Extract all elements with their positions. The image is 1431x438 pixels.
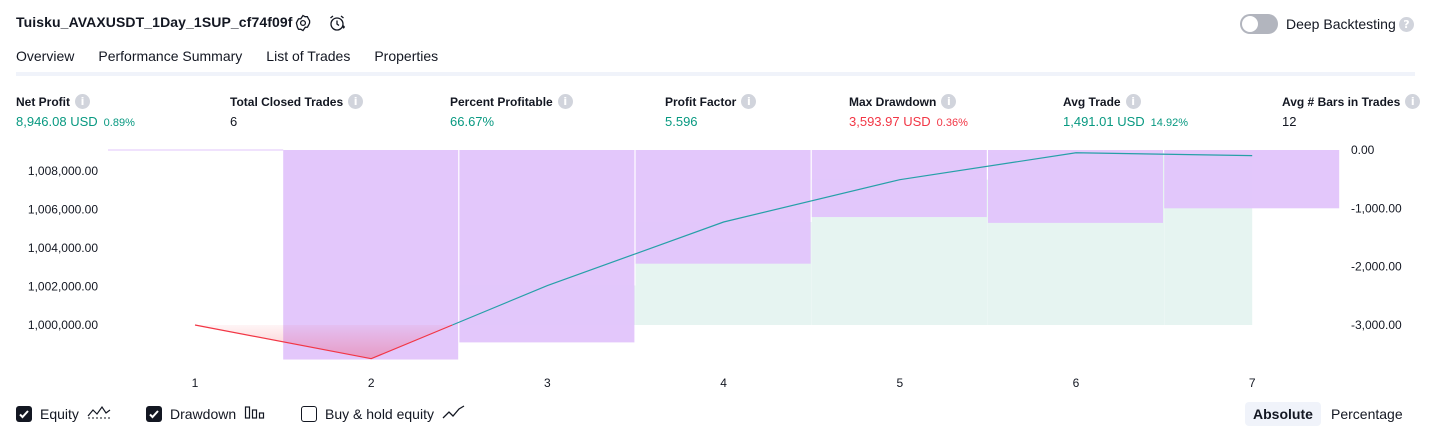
- tab-performance-summary[interactable]: Performance Summary: [98, 48, 242, 74]
- metric-percent-profitable: Percent Profitable i 66.67%: [450, 94, 573, 129]
- drawdown-bar: [988, 150, 1163, 223]
- metric-label: Percent Profitable: [450, 94, 553, 109]
- right-axis-tick-label: -3,000.00: [1351, 318, 1402, 332]
- right-axis-tick-label: -2,000.00: [1351, 260, 1402, 274]
- x-axis-tick-label: 7: [1249, 376, 1256, 390]
- buy-hold-line-icon: [442, 404, 466, 423]
- legend-buy-hold-equity[interactable]: Buy & hold equity: [301, 404, 466, 423]
- metric-value: 3,593.97 USD: [849, 114, 931, 129]
- drawdown-bars-icon: [244, 404, 266, 423]
- equity-drawdown-chart[interactable]: 1,000,000.00 1,002,000.00 1,004,000.00 1,00…: [0, 140, 1431, 398]
- metric-avg-trade: Avg Trade i 1,491.01 USD 14.92%: [1063, 94, 1188, 129]
- drawdown-bar: [459, 150, 635, 343]
- tab-list-of-trades[interactable]: List of Trades: [266, 48, 350, 74]
- left-axis-tick-label: 1,000,000.00: [28, 318, 98, 332]
- equity-icon: [87, 404, 111, 423]
- left-axis-tick-label: 1,008,000.00: [28, 164, 98, 178]
- deep-backtesting-toggle[interactable]: [1240, 14, 1278, 34]
- info-icon[interactable]: i: [348, 94, 364, 109]
- metric-label: Net Profit: [16, 94, 70, 109]
- metric-value: 12: [1282, 114, 1297, 129]
- tab-divider: [16, 72, 1415, 76]
- metric-value: 6: [230, 114, 238, 129]
- metric-percent: 14.92%: [1150, 117, 1188, 129]
- x-axis-tick-label: 3: [544, 376, 551, 390]
- legend-drawdown[interactable]: Drawdown: [146, 404, 266, 423]
- strategy-title: Tuisku_AVAXUSDT_1Day_1SUP_cf74f09f: [16, 14, 293, 30]
- metric-avg-bars-in-trades: Avg # Bars in Trades i 12: [1282, 94, 1421, 129]
- settings-gear-icon[interactable]: [293, 13, 313, 33]
- x-axis-tick-label: 2: [368, 376, 375, 390]
- metric-label: Avg # Bars in Trades: [1282, 94, 1401, 109]
- deep-backtesting-help-icon[interactable]: ?: [1399, 17, 1414, 32]
- toggle-knob: [1242, 16, 1258, 32]
- info-icon[interactable]: i: [741, 94, 757, 109]
- info-icon[interactable]: i: [1125, 94, 1141, 109]
- legend-drawdown-label: Drawdown: [170, 405, 237, 422]
- left-axis-tick-label: 1,004,000.00: [28, 241, 98, 255]
- metric-value: 66.67%: [450, 114, 495, 129]
- info-icon[interactable]: i: [1405, 94, 1421, 109]
- metric-value: 5.596: [665, 114, 698, 129]
- drawdown-bar: [811, 150, 987, 218]
- metric-profit-factor: Profit Factor i 5.596: [665, 94, 757, 129]
- info-icon[interactable]: i: [75, 94, 90, 109]
- legend-equity[interactable]: Equity: [16, 404, 111, 423]
- add-alert-clock-icon[interactable]: [327, 13, 347, 33]
- metric-label: Avg Trade: [1063, 94, 1121, 109]
- metric-label: Total Closed Trades: [230, 94, 344, 109]
- metric-label: Profit Factor: [665, 94, 737, 109]
- left-axis-tick-label: 1,002,000.00: [28, 280, 98, 294]
- equity-checkbox[interactable]: [16, 405, 32, 422]
- metric-max-drawdown: Max Drawdown i 3,593.97 USD 0.36%: [849, 94, 968, 129]
- x-axis-tick-label: 4: [720, 376, 727, 390]
- percentage-button[interactable]: Percentage: [1323, 402, 1411, 426]
- metric-net-profit: Net Profit i 8,946.08 USD 0.89%: [16, 94, 135, 129]
- right-axis-tick-label: 0.00: [1351, 143, 1375, 157]
- right-axis-tick-label: -1,000.00: [1351, 201, 1402, 215]
- x-axis-tick-label: 1: [192, 376, 199, 390]
- left-axis-tick-label: 1,006,000.00: [28, 203, 98, 217]
- buy-hold-checkbox[interactable]: [301, 405, 317, 422]
- x-axis-tick-label: 5: [896, 376, 903, 390]
- drawdown-bar: [1164, 150, 1340, 209]
- metric-total-closed-trades: Total Closed Trades i 6: [230, 94, 364, 129]
- tab-properties[interactable]: Properties: [374, 48, 438, 74]
- tab-bar: Overview Performance Summary List of Tra…: [16, 48, 462, 76]
- info-icon[interactable]: i: [941, 94, 957, 109]
- absolute-button[interactable]: Absolute: [1245, 402, 1321, 426]
- legend-equity-label: Equity: [40, 405, 79, 422]
- info-icon[interactable]: i: [557, 94, 573, 109]
- x-axis-tick-label: 6: [1073, 376, 1080, 390]
- metric-percent: 0.89%: [103, 117, 135, 129]
- legend-buy-hold-label: Buy & hold equity: [325, 405, 434, 422]
- metric-percent: 0.36%: [936, 117, 968, 129]
- tab-overview[interactable]: Overview: [16, 48, 75, 76]
- metric-value: 8,946.08 USD: [16, 114, 98, 129]
- drawdown-checkbox[interactable]: [146, 405, 162, 422]
- metric-label: Max Drawdown: [849, 94, 937, 109]
- metric-value: 1,491.01 USD: [1063, 114, 1145, 129]
- deep-backtesting-label: Deep Backtesting: [1286, 16, 1396, 32]
